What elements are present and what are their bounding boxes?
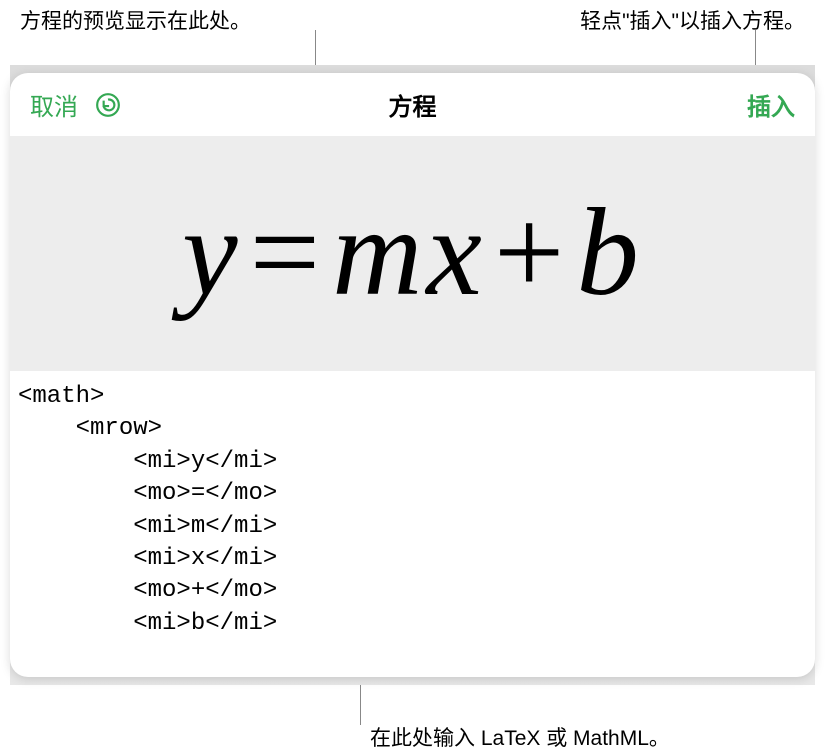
callout-input: 在此处输入 LaTeX 或 MathML。 (370, 722, 670, 752)
modal-backdrop: 取消 方程 插入 y=mx+b <math> <mrow> <mi>y</mi>… (10, 65, 815, 685)
code-line: <mo>=</mo> (18, 478, 807, 510)
eq-plus: + (486, 184, 577, 322)
modal-title: 方程 (389, 87, 437, 122)
modal-header: 取消 方程 插入 (10, 73, 815, 136)
equation-preview: y=mx+b (10, 136, 815, 371)
callout-top-row: 方程的预览显示在此处。 轻点"插入"以插入方程。 (0, 0, 825, 35)
equation-render: y=mx+b (182, 182, 643, 325)
eq-x: x (426, 184, 485, 322)
code-input-area[interactable]: <math> <mrow> <mi>y</mi> <mo>=</mo> <mi>… (10, 371, 815, 650)
undo-icon[interactable] (94, 91, 122, 119)
eq-b: b (576, 184, 643, 322)
code-line: <mi>y</mi> (18, 446, 807, 478)
cancel-button[interactable]: 取消 (30, 87, 78, 122)
eq-m: m (332, 184, 426, 322)
code-line: <mo>+</mo> (18, 575, 807, 607)
code-line: <mi>x</mi> (18, 543, 807, 575)
header-left-group: 取消 (30, 87, 122, 122)
code-line: <math> (18, 381, 807, 413)
code-line: <mrow> (18, 413, 807, 445)
callout-insert: 轻点"插入"以插入方程。 (580, 5, 805, 35)
callout-preview: 方程的预览显示在此处。 (20, 5, 251, 35)
eq-y: y (182, 184, 241, 322)
equation-editor-modal: 取消 方程 插入 y=mx+b <math> <mrow> <mi>y</mi>… (10, 73, 815, 677)
code-line: <mi>b</mi> (18, 608, 807, 640)
insert-button[interactable]: 插入 (747, 87, 795, 122)
code-line: <mi>m</mi> (18, 511, 807, 543)
eq-equals: = (242, 184, 333, 322)
